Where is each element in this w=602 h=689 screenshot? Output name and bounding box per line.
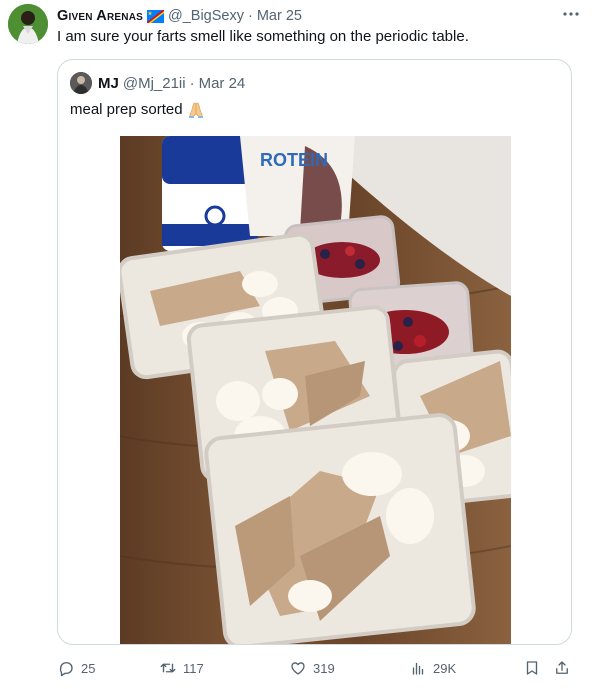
views-count: 29K [433,660,457,676]
protein-bag-label: ROTEIN [260,150,328,170]
separator-dot: · [247,8,253,24]
author-avatar[interactable] [8,4,48,44]
tweet: Given Arenas @_BigSexy · Mar 25 I am sur… [0,0,602,689]
quoted-tweet-text: meal prep sorted [70,101,183,118]
author-handle[interactable]: @_BigSexy [168,8,244,24]
praying-hands-icon [187,101,205,119]
flag-icon [147,9,164,23]
retweet-icon [160,663,176,673]
reply-button[interactable]: 25 [57,656,95,680]
heart-icon [291,662,305,675]
bookmark-button[interactable] [523,656,547,680]
quoted-tweet[interactable]: MJ @Mj_21ii · Mar 24 meal prep sorted RO… [57,59,572,645]
quoted-tweet-header: MJ @Mj_21ii · Mar 24 [70,72,245,94]
like-button[interactable]: 319 [289,656,335,680]
quoted-tweet-text-row: meal prep sorted [70,100,205,120]
share-button[interactable] [553,656,577,680]
quoted-author-avatar [70,72,92,94]
bookmark-icon [526,661,538,675]
views-button[interactable]: 29K [409,656,456,680]
quoted-tweet-timestamp: Mar 24 [198,74,246,92]
more-icon[interactable] [562,7,580,21]
tweet-text: I am sure your farts smell like somethin… [57,28,469,45]
separator-dot: · [189,74,195,92]
share-icon [556,661,568,674]
views-icon [412,662,424,675]
tweet-actions: 25 117 319 29K [57,656,577,680]
quoted-tweet-photo[interactable]: ROTEIN [120,136,511,644]
retweet-button[interactable]: 117 [159,656,204,680]
author-display-name[interactable]: Given Arenas [57,8,143,24]
tweet-header: Given Arenas @_BigSexy · Mar 25 [57,6,582,26]
like-count: 319 [313,660,335,676]
reply-icon [59,662,73,677]
quoted-author-display-name: MJ [98,74,119,92]
reply-count: 25 [81,660,96,676]
retweet-count: 117 [183,660,204,676]
tweet-timestamp[interactable]: Mar 25 [257,8,302,24]
quoted-author-handle: @Mj_21ii [122,74,186,92]
